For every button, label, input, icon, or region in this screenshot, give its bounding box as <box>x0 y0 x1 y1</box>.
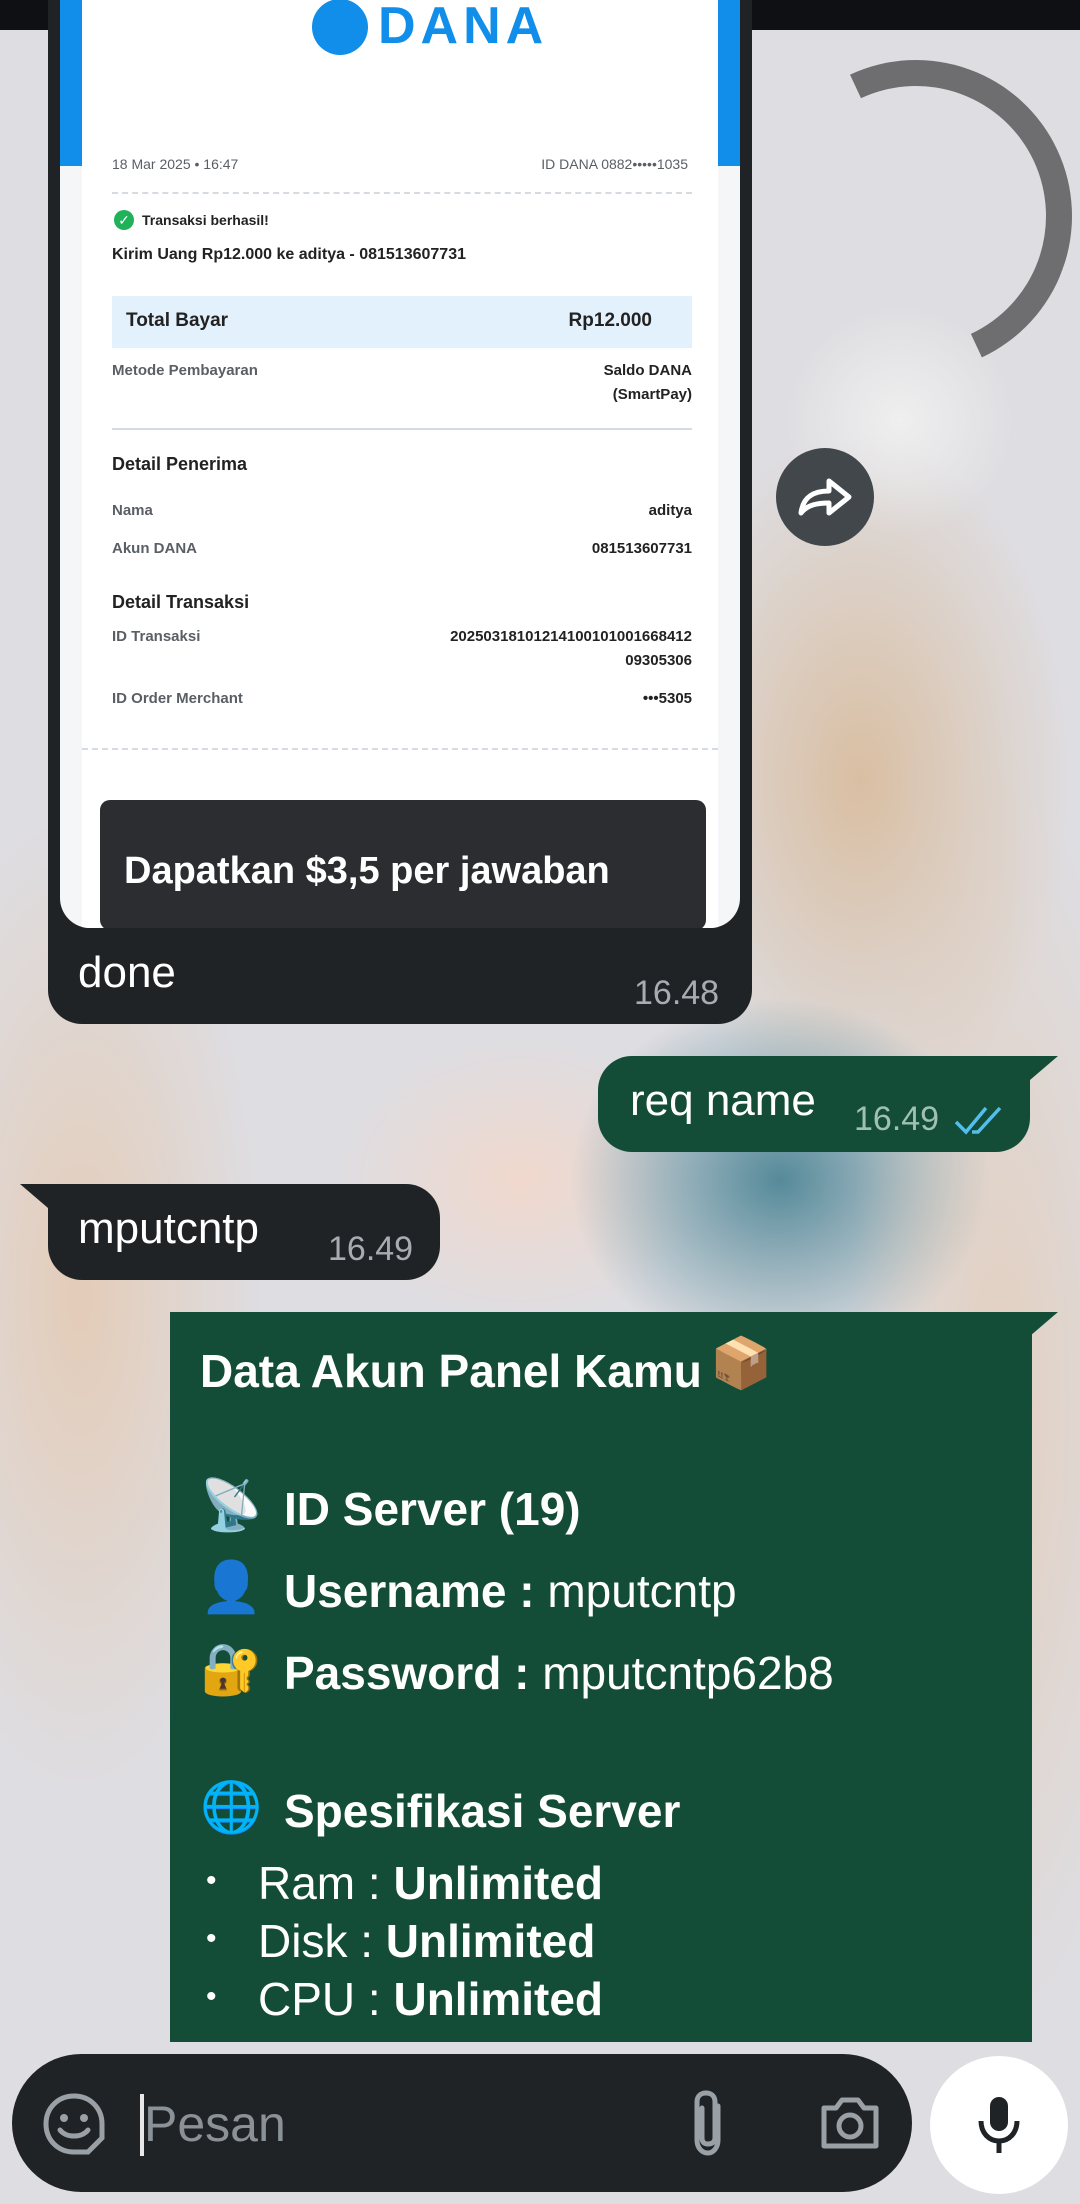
receipt-summary: Kirim Uang Rp12.000 ke aditya - 08151360… <box>112 246 466 263</box>
spec-disk: Disk : Unlimited <box>258 1915 596 1967</box>
transaction-id: 20250318101214100101001668412 <box>450 628 692 645</box>
incoming-message[interactable]: mputcntp 16.49 <box>48 1184 440 1280</box>
sticker-icon[interactable] <box>42 2092 106 2156</box>
recipient-name: aditya <box>648 502 692 519</box>
dana-logo: DANA <box>312 0 548 62</box>
message-text: mputcntp <box>78 1204 259 1253</box>
camera-icon[interactable] <box>818 2094 882 2152</box>
bubble-tail <box>1030 1056 1058 1080</box>
bubble-tail <box>20 1184 48 1208</box>
message-text: req name <box>630 1076 816 1125</box>
spec-ram: Ram : Unlimited <box>258 1857 604 1909</box>
bullet: • <box>206 1864 217 1897</box>
message-text: done <box>78 948 176 997</box>
read-receipt-icon <box>954 1106 1002 1135</box>
outgoing-message[interactable]: req name 16.49 <box>598 1056 1030 1152</box>
voice-record-button[interactable] <box>930 2056 1068 2194</box>
lock-key-emoji-icon: 🔐 <box>200 1641 263 1697</box>
globe-emoji-icon: 🌐 <box>200 1779 263 1835</box>
payment-method-label: Metode Pembayaran <box>112 362 258 379</box>
user-emoji-icon: 👤 <box>200 1559 263 1615</box>
bullet: • <box>206 1922 217 1955</box>
message-input[interactable]: Pesan <box>144 2095 286 2153</box>
attach-icon[interactable] <box>688 2088 728 2158</box>
box-emoji-icon: 📦 <box>710 1335 773 1391</box>
payment-method-value: Saldo DANA <box>603 362 692 379</box>
receipt-image[interactable]: DANA 18 Mar 2025 • 16:47 ID DANA 0882•••… <box>60 0 740 928</box>
password-row: Password : mputcntp62b8 <box>284 1647 834 1699</box>
transaction-section-title: Detail Transaksi <box>112 592 250 612</box>
order-id: •••5305 <box>642 690 692 707</box>
promo-banner: Dapatkan $3,5 per jawaban <box>100 800 706 928</box>
mic-icon <box>978 2097 1020 2153</box>
receipt-datetime: 18 Mar 2025 • 16:47 <box>112 156 239 172</box>
panel-title: Data Akun Panel Kamu <box>200 1345 702 1397</box>
incoming-image-message[interactable]: DANA 18 Mar 2025 • 16:47 ID DANA 0882•••… <box>48 0 752 1024</box>
total-row: Total Bayar Rp12.000 <box>112 296 692 348</box>
forward-button[interactable] <box>776 448 874 546</box>
satellite-emoji-icon: 📡 <box>200 1477 263 1533</box>
forward-icon <box>798 478 852 516</box>
server-id: ID Server (19) <box>284 1483 581 1535</box>
receipt-account-id: ID DANA 0882•••••1035 <box>541 156 688 172</box>
receipt-paper: DANA 18 Mar 2025 • 16:47 ID DANA 0882•••… <box>82 0 718 928</box>
spec-title: Spesifikasi Server <box>284 1785 681 1837</box>
message-time: 16.49 <box>854 1100 940 1138</box>
receipt-status: Transaksi berhasil! <box>142 212 269 228</box>
message-time: 16.49 <box>328 1230 414 1268</box>
spec-cpu: CPU : Unlimited <box>258 1973 604 2025</box>
recipient-section-title: Detail Penerima <box>112 454 248 474</box>
bubble-tail <box>1030 1312 1058 1336</box>
recipient-account: 081513607731 <box>591 540 692 557</box>
wallpaper-halo <box>716 16 1080 416</box>
success-check-icon: ✓ <box>114 210 134 230</box>
username-row: Username : mputcntp <box>284 1565 737 1617</box>
bullet: • <box>206 1980 217 2013</box>
message-time: 16.48 <box>634 974 720 1012</box>
